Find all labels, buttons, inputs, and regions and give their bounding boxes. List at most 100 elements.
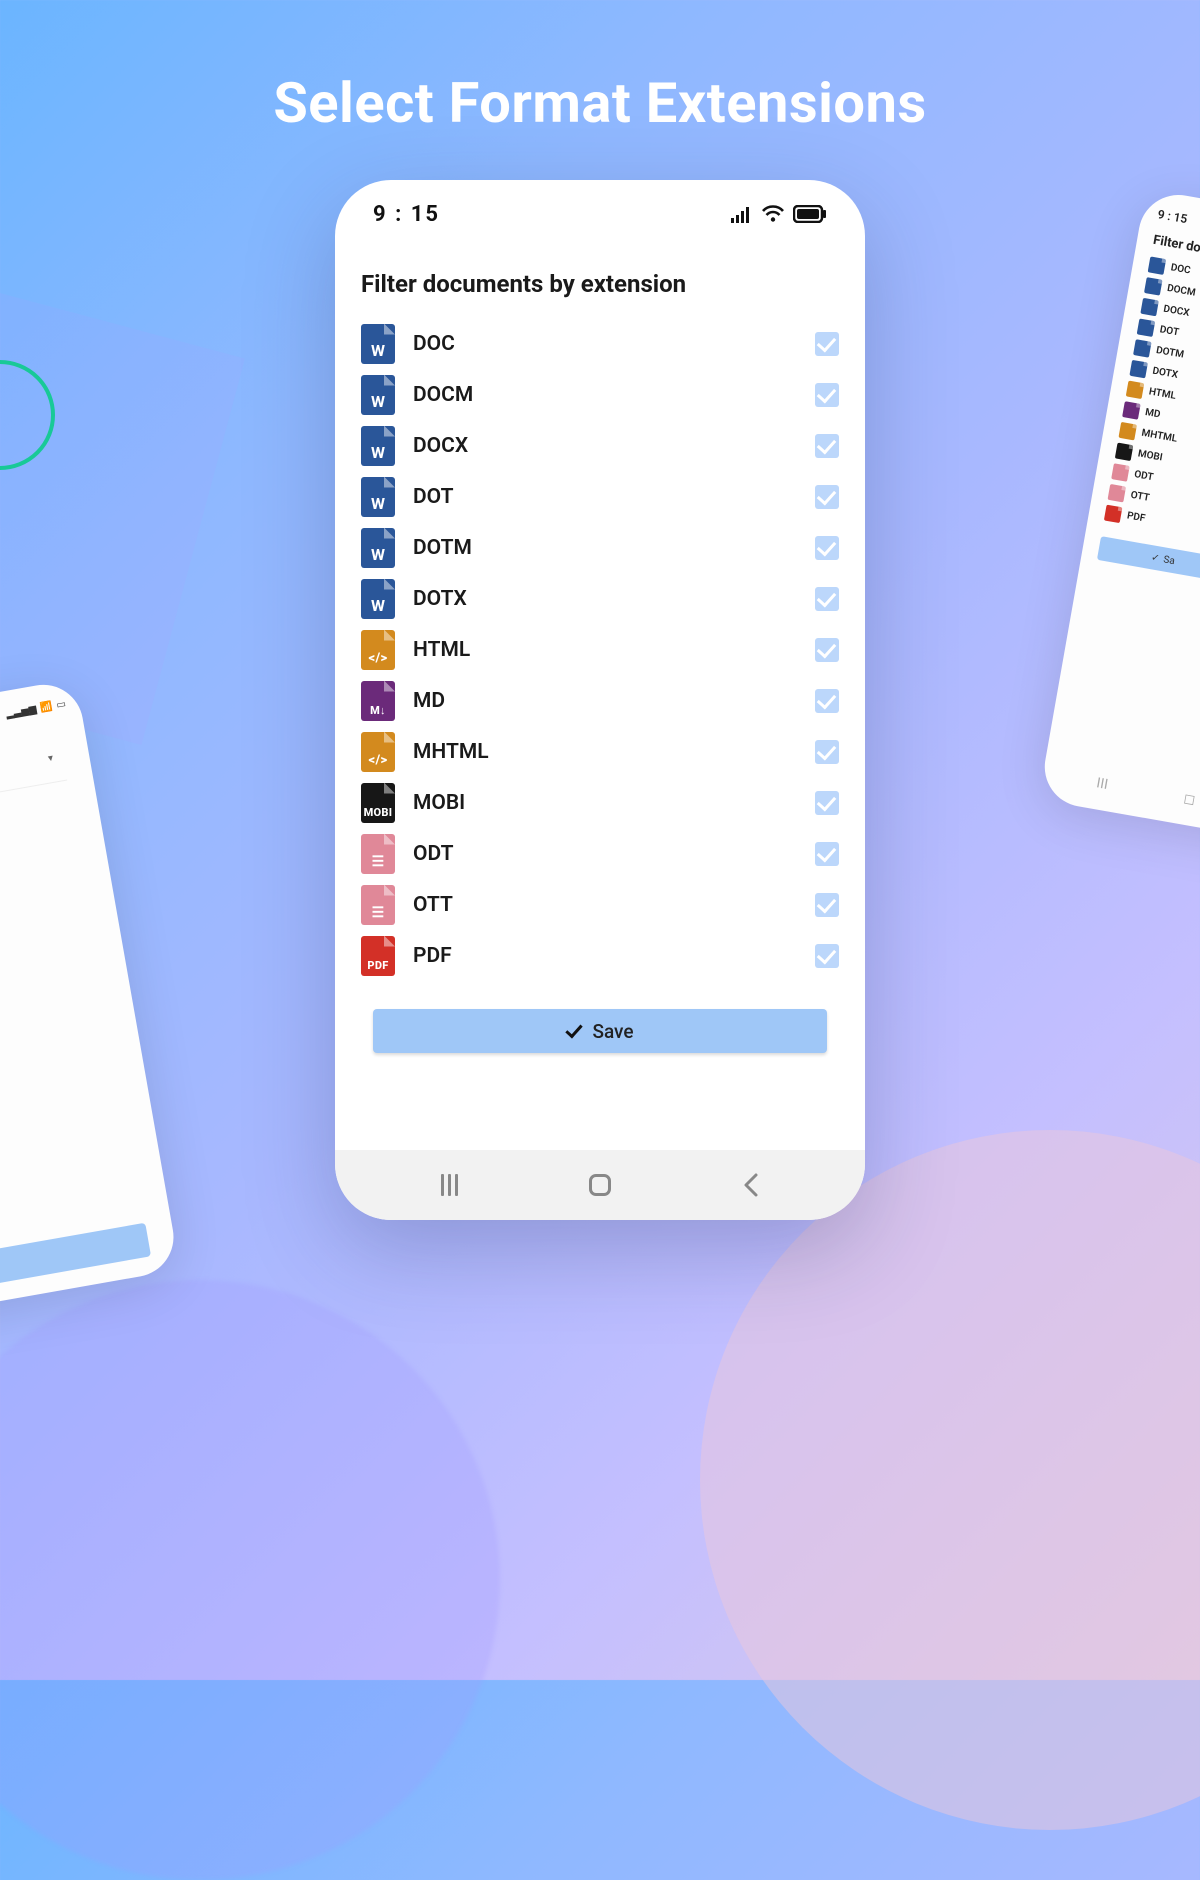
peek-status-icons: ▂▃▅▆📶▭ <box>0 699 67 757</box>
extension-row-html[interactable]: </>HTML <box>361 624 839 675</box>
peek-extension-label: PDF <box>1126 510 1146 524</box>
extension-label: DOCM <box>413 383 815 407</box>
extension-label: DOTX <box>413 587 815 611</box>
bg-decoration <box>0 255 245 745</box>
peek-dropdown <box>0 751 67 826</box>
extension-checkbox[interactable] <box>815 587 839 611</box>
extension-checkbox[interactable] <box>815 638 839 662</box>
extension-checkbox[interactable] <box>815 893 839 917</box>
extension-checkbox[interactable] <box>815 536 839 560</box>
extension-row-dotm[interactable]: W DOTM <box>361 522 839 573</box>
extension-row-mobi[interactable]: MOBI MOBI <box>361 777 839 828</box>
nav-back-button[interactable] <box>742 1172 760 1198</box>
peek-file-icon <box>1122 401 1141 420</box>
extension-row-dotx[interactable]: W DOTX <box>361 573 839 624</box>
peek-extension-label: HTML <box>1148 386 1177 402</box>
extension-list: WDOCWDOCMWDOCXWDOTWDOTMWDOTX</>HTMLM↓MD<… <box>361 318 839 981</box>
extension-row-dot[interactable]: W DOT <box>361 471 839 522</box>
check-icon <box>566 1020 583 1038</box>
extension-label: MOBI <box>413 791 815 815</box>
peek-extension-label: OTT <box>1130 490 1151 504</box>
word-file-icon: W <box>361 375 395 415</box>
extension-label: OTT <box>413 893 815 917</box>
signal-icon <box>731 205 753 223</box>
phone-frame: 9 : 15 Filter documents by extension WDO… <box>335 180 865 1220</box>
extension-checkbox[interactable] <box>815 791 839 815</box>
extension-checkbox[interactable] <box>815 332 839 356</box>
status-icons <box>731 205 827 223</box>
bg-decoration <box>0 1280 500 1880</box>
mobi-file-icon: MOBI <box>361 783 395 823</box>
extension-checkbox[interactable] <box>815 944 839 968</box>
extension-label: DOT <box>413 485 815 509</box>
peek-extension-label: MOBI <box>1137 448 1163 463</box>
peek-extension-label: ODT <box>1133 469 1154 483</box>
extension-row-odt[interactable]: ☰ ODT <box>361 828 839 879</box>
system-nav-bar <box>335 1150 865 1220</box>
extension-row-doc[interactable]: W DOC <box>361 318 839 369</box>
peek-extension-label: DOTM <box>1155 345 1185 361</box>
peek-extension-label: DOCX <box>1163 304 1191 319</box>
word-file-icon: W <box>361 477 395 517</box>
peek-extension-label: DOT <box>1159 324 1180 338</box>
peek-file-icon <box>1133 339 1152 358</box>
extension-row-md[interactable]: M↓MD <box>361 675 839 726</box>
peek-file-icon <box>1108 483 1127 502</box>
peek-file-icon <box>1126 380 1145 399</box>
nav-recents-button[interactable] <box>441 1174 458 1196</box>
battery-icon <box>793 205 827 223</box>
extension-label: MHTML <box>413 740 815 764</box>
pdf-file-icon: PDF <box>361 936 395 976</box>
extension-checkbox[interactable] <box>815 689 839 713</box>
extension-row-pdf[interactable]: PDF PDF <box>361 930 839 981</box>
background-phone-right: 9 : 15 Filter do DOCDOCMDOCXDOTDOTMDOTXH… <box>1038 189 1200 852</box>
peek-extension-label: DOC <box>1170 262 1192 276</box>
word-file-icon: W <box>361 528 395 568</box>
extension-label: DOTM <box>413 536 815 560</box>
peek-extension-label: DOCM <box>1166 283 1196 299</box>
peek-file-icon <box>1111 463 1130 482</box>
extension-row-docx[interactable]: WDOCX <box>361 420 839 471</box>
hero-title: Select Format Extensions <box>0 70 1200 136</box>
html-file-icon: </> <box>361 732 395 772</box>
peek-extension-label: DOTX <box>1152 366 1179 381</box>
extension-label: ODT <box>413 842 815 866</box>
md-file-icon: M↓ <box>361 681 395 721</box>
extension-label: DOC <box>413 332 815 356</box>
odt-file-icon: ☰ <box>361 834 395 874</box>
peek-file-icon <box>1104 504 1123 523</box>
save-button-label: Save <box>592 1020 633 1043</box>
extension-row-docm[interactable]: W DOCM <box>361 369 839 420</box>
word-file-icon: W <box>361 579 395 619</box>
extension-row-ott[interactable]: ☰ OTT <box>361 879 839 930</box>
screen-content: Filter documents by extension WDOCWDOCMW… <box>335 240 865 1150</box>
word-file-icon: W <box>361 426 395 466</box>
html-file-icon: </> <box>361 630 395 670</box>
extension-checkbox[interactable] <box>815 842 839 866</box>
status-time: 9 : 15 <box>373 202 440 227</box>
bg-decoration <box>700 1130 1200 1830</box>
nav-home-button[interactable] <box>589 1174 611 1196</box>
extension-checkbox[interactable] <box>815 485 839 509</box>
peek-save-button: ✓Sa <box>1097 536 1200 582</box>
peek-nav: III◻〈 <box>1057 769 1200 835</box>
wifi-icon <box>761 205 785 223</box>
odt-file-icon: ☰ <box>361 885 395 925</box>
peek-file-icon <box>1129 359 1148 378</box>
status-bar: 9 : 15 <box>335 188 865 240</box>
peek-extension-label: MD <box>1144 407 1161 420</box>
extension-checkbox[interactable] <box>815 740 839 764</box>
background-phone-left: ▂▃▅▆📶▭ nvert <box>0 679 180 1322</box>
screen-title: Filter documents by extension <box>361 270 839 298</box>
peek-file-icon <box>1119 421 1138 440</box>
peek-file-icon <box>1148 256 1167 275</box>
peek-file-icon <box>1115 442 1134 461</box>
extension-label: PDF <box>413 944 815 968</box>
word-file-icon: W <box>361 324 395 364</box>
peek-file-icon <box>1137 318 1156 337</box>
extension-checkbox[interactable] <box>815 383 839 407</box>
peek-file-icon <box>1144 277 1163 296</box>
extension-row-mhtml[interactable]: </> MHTML <box>361 726 839 777</box>
extension-checkbox[interactable] <box>815 434 839 458</box>
save-button[interactable]: Save <box>373 1009 827 1053</box>
